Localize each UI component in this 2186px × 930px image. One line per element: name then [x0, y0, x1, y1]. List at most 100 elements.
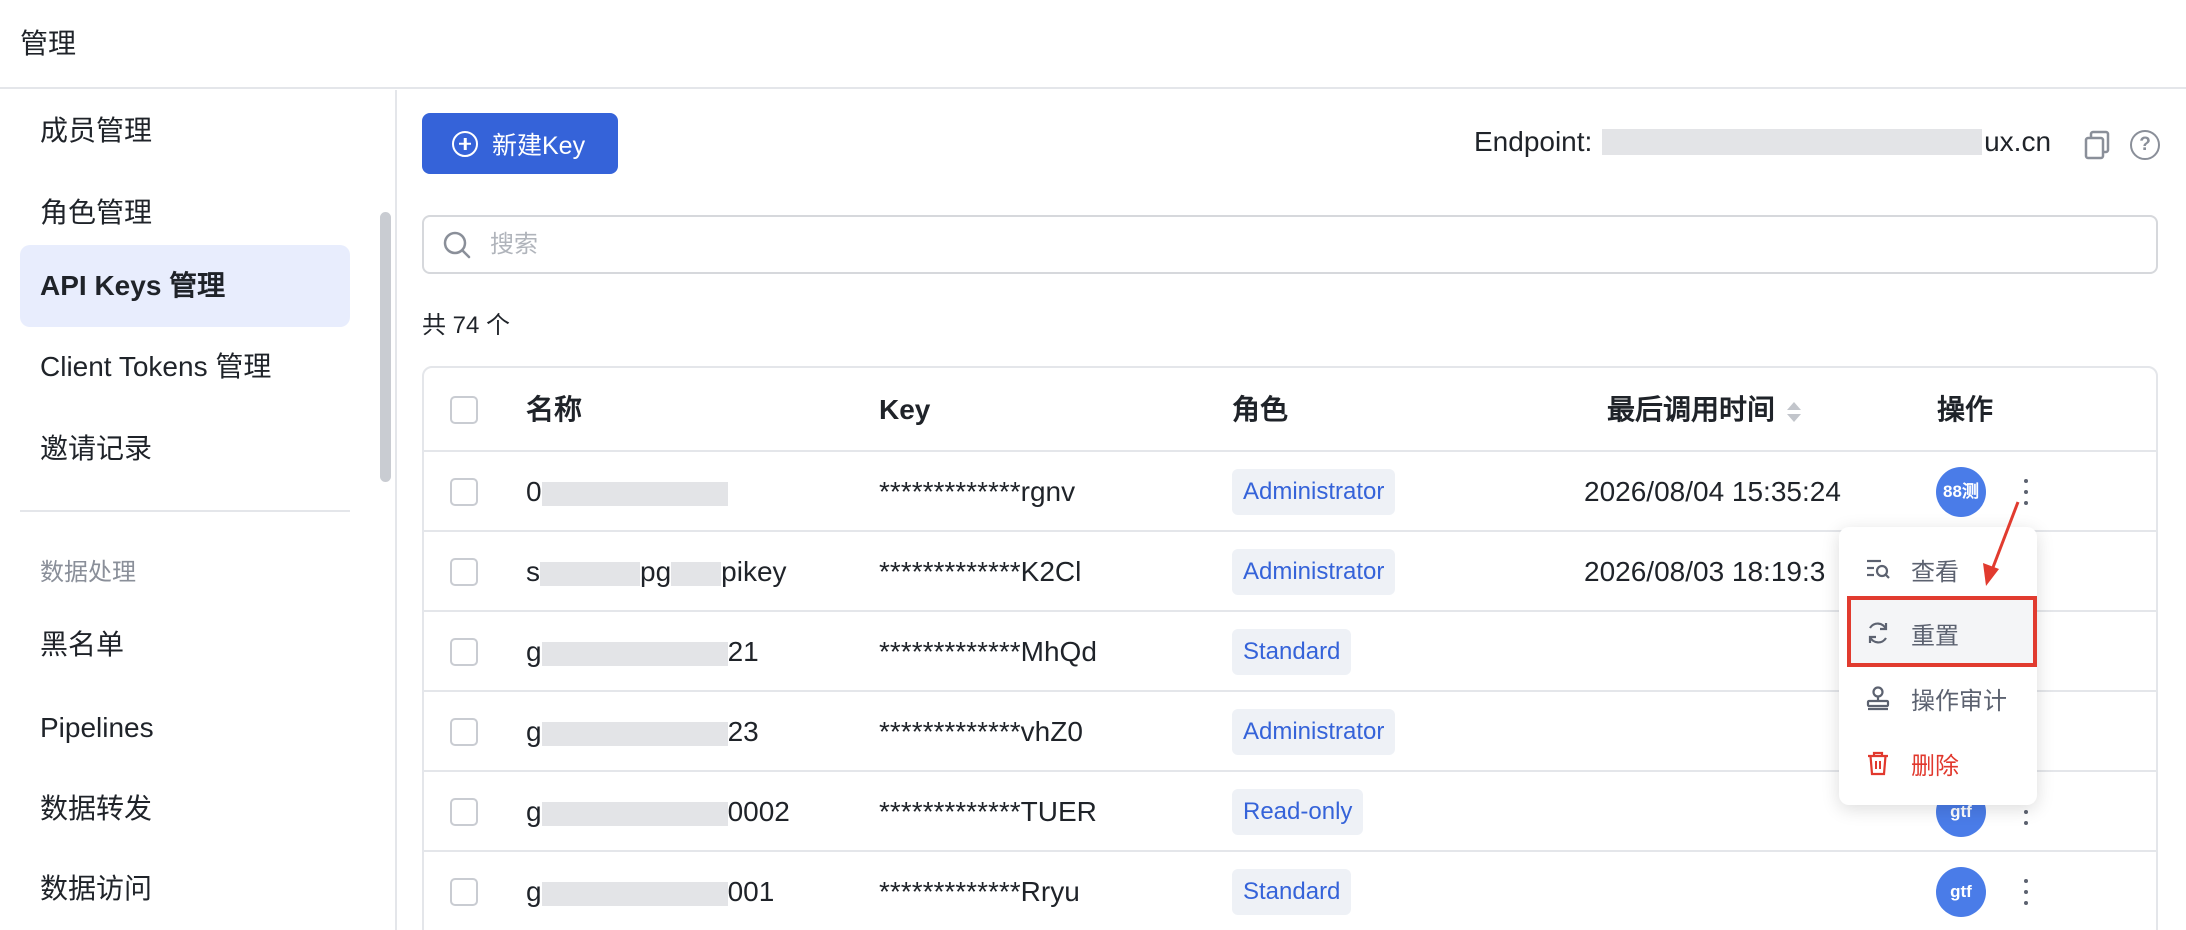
name-redacted — [541, 721, 728, 746]
menu-item-reset[interactable]: 重置 — [1839, 602, 2037, 664]
role-tag: Standard — [1232, 869, 1352, 915]
endpoint-suffix: ux.cn — [1984, 126, 2052, 157]
row-name: g 001 — [526, 852, 774, 930]
avatar: 88测 — [1936, 467, 1986, 517]
row-name: g 21 — [526, 612, 759, 692]
row-key: *************Rryu — [879, 876, 1080, 907]
table-row[interactable]: 0 *************rgnv Administrator 2026/0… — [424, 452, 2156, 532]
sidebar-divider — [20, 510, 350, 512]
endpoint-redacted — [1602, 129, 1983, 155]
new-key-label: 新建Key — [492, 131, 586, 160]
row-last-call: 2026/08/04 15:35:24 — [1584, 476, 1841, 507]
row-key: *************MhQd — [879, 636, 1097, 667]
sidebar-item-pipelines[interactable]: Pipelines — [20, 687, 350, 769]
row-last-call: 2026/08/03 18:19:3 — [1584, 556, 1826, 587]
row-checkbox[interactable] — [450, 558, 478, 586]
plus-circle-icon — [452, 130, 478, 157]
top-bar: 管理 — [0, 0, 2186, 89]
row-name-mid: pg — [640, 556, 672, 587]
menu-item-reset-label: 重置 — [1911, 622, 1959, 650]
sort-icon[interactable] — [1787, 401, 1802, 423]
help-icon[interactable]: ? — [2130, 130, 2160, 160]
row-name-prefix: 0 — [526, 476, 542, 507]
row-name: g 23 — [526, 692, 759, 772]
menu-item-view-label: 查看 — [1911, 558, 1959, 586]
menu-item-audit[interactable]: 操作审计 — [1839, 667, 2037, 729]
row-name-suffix: 001 — [727, 876, 775, 907]
name-redacted — [541, 801, 728, 826]
avatar: gtf — [1936, 867, 1986, 917]
role-tag: Administrator — [1232, 469, 1396, 515]
row-name-suffix: 23 — [727, 716, 759, 747]
row-key: *************vhZ0 — [879, 716, 1083, 747]
row-name-suffix: 0002 — [727, 796, 790, 827]
view-list-icon — [1867, 559, 1890, 579]
sidebar-item-client-tokens[interactable]: Client Tokens 管理 — [20, 326, 350, 408]
sidebar-item-data-forwarding[interactable]: 数据转发 — [20, 768, 350, 850]
table-row[interactable]: g 001 *************Rryu Standard gtf — [424, 852, 2156, 930]
column-header-name: 名称 — [526, 394, 583, 425]
refresh-icon — [1868, 622, 1888, 644]
result-count: 共 74 个 — [422, 312, 511, 339]
sidebar-item-data-access[interactable]: 数据访问 — [20, 848, 350, 930]
search-icon — [443, 231, 471, 258]
row-checkbox[interactable] — [450, 798, 478, 826]
trash-icon — [1868, 751, 1888, 776]
copy-icon[interactable] — [2084, 130, 2110, 160]
stamp-icon — [1866, 686, 1890, 711]
row-name: 0 — [526, 452, 728, 532]
role-tag: Administrator — [1232, 549, 1396, 595]
sidebar-group-label: 数据处理 — [40, 559, 136, 586]
sidebar-item-roles[interactable]: 角色管理 — [20, 172, 350, 254]
search-bar[interactable] — [422, 215, 2158, 274]
row-name-prefix: g — [526, 796, 542, 827]
menu-item-delete[interactable]: 删除 — [1839, 732, 2037, 794]
role-tag: Read-only — [1232, 789, 1364, 835]
row-key: *************rgnv — [879, 476, 1076, 507]
column-header-role: 角色 — [1232, 394, 1289, 425]
row-checkbox[interactable] — [450, 718, 478, 746]
row-checkbox[interactable] — [450, 638, 478, 666]
row-name-suffix: 21 — [727, 636, 759, 667]
column-header-actions: 操作 — [1937, 394, 1994, 425]
more-vertical-icon[interactable] — [2021, 877, 2031, 907]
column-header-key: Key — [879, 394, 931, 425]
endpoint-label: Endpoint: — [1474, 126, 1601, 157]
more-vertical-icon[interactable] — [2021, 477, 2031, 507]
column-header-last-call[interactable]: 最后调用时间 — [1607, 368, 1802, 452]
column-header-last-call-label: 最后调用时间 — [1607, 394, 1776, 425]
name-redacted — [540, 561, 640, 586]
name-redacted — [541, 481, 728, 506]
row-name-suffix: pikey — [721, 556, 787, 587]
row-key: *************TUER — [879, 796, 1097, 827]
name-redacted — [541, 641, 728, 666]
menu-item-delete-label: 删除 — [1911, 752, 1959, 780]
sidebar-item-api-keys[interactable]: API Keys 管理 — [20, 245, 350, 327]
page-title: 管理 — [20, 28, 77, 59]
sidebar-item-blacklist[interactable]: 黑名单 — [20, 604, 350, 686]
name-redacted — [541, 881, 728, 906]
menu-item-view[interactable]: 查看 — [1839, 538, 2037, 600]
sidebar-item-invitations[interactable]: 邀请记录 — [20, 408, 350, 490]
select-all-checkbox[interactable] — [450, 396, 478, 424]
row-name-prefix: g — [526, 876, 542, 907]
row-name-prefix: s — [526, 556, 540, 587]
row-key: *************K2Cl — [879, 556, 1082, 587]
table-header: 名称 Key 角色 最后调用时间 操作 — [424, 368, 2156, 452]
row-checkbox[interactable] — [450, 478, 478, 506]
name-redacted — [671, 561, 722, 586]
menu-item-audit-label: 操作审计 — [1911, 687, 2007, 715]
search-input[interactable] — [490, 230, 2090, 259]
row-name-prefix: g — [526, 716, 542, 747]
sidebar: 成员管理 角色管理 API Keys 管理 Client Tokens 管理 邀… — [0, 90, 397, 930]
row-name: s pg pikey — [526, 532, 787, 612]
endpoint-display: Endpoint: ux.cn — [1474, 126, 2051, 158]
row-name-prefix: g — [526, 636, 542, 667]
row-checkbox[interactable] — [450, 878, 478, 906]
role-tag: Standard — [1232, 629, 1352, 675]
sidebar-item-members[interactable]: 成员管理 — [20, 90, 350, 172]
sidebar-scrollbar[interactable] — [380, 212, 391, 482]
new-key-button[interactable]: 新建Key — [422, 113, 618, 174]
row-name: g 0002 — [526, 772, 790, 852]
role-tag: Administrator — [1232, 709, 1396, 755]
